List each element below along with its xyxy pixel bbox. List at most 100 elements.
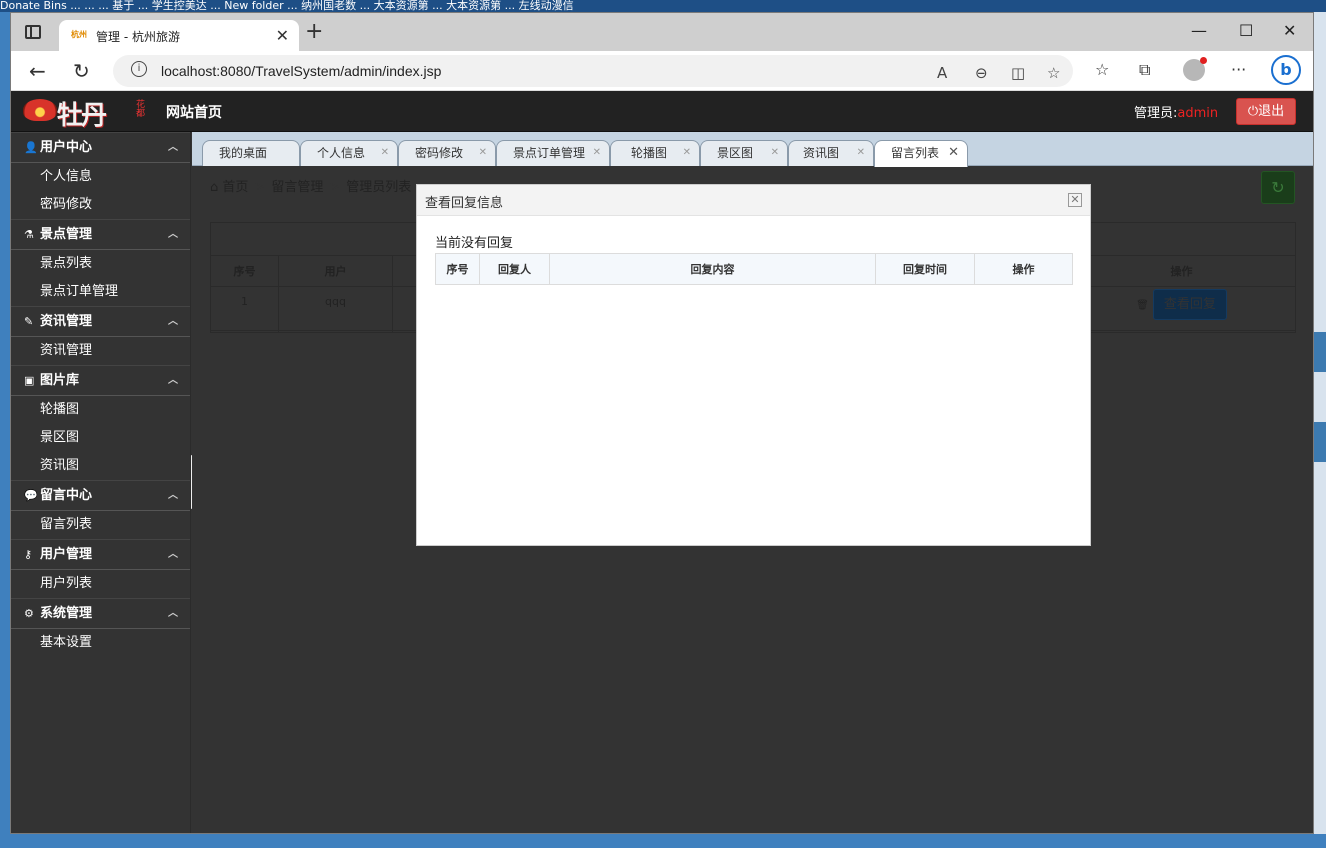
close-icon[interactable]: ✕ (1068, 193, 1082, 207)
tab-desktop[interactable]: 我的桌面 (202, 140, 300, 166)
key-icon: ⚷ (24, 548, 33, 561)
tab-label: 景点订单管理 (513, 146, 586, 160)
sidebar-item-user-list[interactable]: 用户列表 (11, 570, 190, 598)
cell-user: qqq (278, 286, 393, 333)
admin-sidebar: 👤 用户中心 ︿ 个人信息 密码修改 ⚗ 景点管理 ︿ 景点列表 景点订单管理 ✎ 资讯管… (11, 132, 191, 833)
sidebar-head-gallery[interactable]: ▣ 图片库 ︿ (11, 366, 190, 396)
sidebar-item-basic-settings[interactable]: 基本设置 (11, 629, 190, 657)
tab-message-list[interactable]: 留言列表 ✕ (874, 140, 968, 167)
site-logo[interactable]: 牡丹 花都 (23, 95, 148, 131)
background-window-thumb (1313, 332, 1326, 372)
breadcrumb-level2: 管理员列表 (346, 180, 412, 195)
col-reply-index: 序号 (435, 253, 480, 285)
admin-label: 管理员: (1134, 106, 1178, 121)
bing-copilot-icon[interactable]: b (1271, 55, 1301, 85)
tab-carousel[interactable]: 轮播图 ✕ (610, 140, 700, 166)
sidebar-head-users[interactable]: ⚷ 用户管理 ︿ (11, 540, 190, 570)
admin-info: 管理员:admin (1134, 102, 1218, 121)
read-aloud-icon[interactable]: A (937, 64, 947, 82)
tab-actions-icon[interactable] (25, 25, 41, 39)
sidebar-group-gallery: ▣ 图片库 ︿ 轮播图 景区图 资讯图 (11, 365, 190, 480)
profile-avatar[interactable] (1183, 57, 1207, 81)
tab-label: 留言列表 (891, 146, 940, 160)
address-toolbar: ← ↻ i localhost:8080/TravelSystem/admin/… (11, 51, 1313, 91)
minimize-icon[interactable]: — (1191, 21, 1207, 40)
tab-profile[interactable]: 个人信息 ✕ (300, 140, 398, 166)
favicon-icon: 杭州 (71, 30, 87, 39)
admin-name: admin (1177, 106, 1219, 121)
breadcrumb: ⌂ 首页 > 留言管理 > 管理员列表 (210, 176, 411, 195)
new-tab-icon[interactable]: + (305, 19, 323, 44)
close-window-icon[interactable]: ✕ (1283, 21, 1296, 40)
sidebar-head-label: 景点管理 (40, 227, 93, 242)
close-tab-icon[interactable]: ✕ (381, 141, 389, 165)
tab-label: 密码修改 (415, 146, 464, 160)
sidebar-item-news[interactable]: 资讯管理 (11, 337, 190, 365)
reload-icon[interactable]: ↻ (73, 59, 90, 83)
page-tabstrip: 我的桌面 个人信息 ✕ 密码修改 ✕ 景点订单管理 ✕ 轮播图 ✕ 景区图 ✕ 资讯图 ✕ … (192, 132, 1313, 167)
sidebar-group-news: ✎ 资讯管理 ︿ 资讯管理 (11, 306, 190, 365)
sidebar-head-system[interactable]: ⚙ 系统管理 ︿ (11, 599, 190, 629)
sidebar-group-user-center: 👤 用户中心 ︿ 个人信息 密码修改 (11, 132, 190, 219)
close-tab-icon[interactable]: ✕ (948, 141, 959, 165)
chevron-up-icon: ︿ (168, 142, 178, 153)
tab-password[interactable]: 密码修改 ✕ (398, 140, 496, 166)
sidebar-head-messages[interactable]: 💬 留言中心 ︿ (11, 481, 190, 511)
sidebar-group-users: ⚷ 用户管理 ︿ 用户列表 (11, 539, 190, 598)
more-menu-icon[interactable]: ··· (1231, 60, 1246, 79)
chevron-up-icon: ︿ (168, 549, 178, 560)
logout-button[interactable]: ⏻退出 (1236, 98, 1296, 125)
cogs-icon: ⚙ (24, 607, 34, 620)
sidebar-head-label: 系统管理 (40, 606, 93, 621)
url-text[interactable]: localhost:8080/TravelSystem/admin/index.… (161, 63, 441, 79)
favorites-icon[interactable]: ☆ (1095, 60, 1109, 79)
logo-seal: 花都 (134, 99, 144, 117)
sidebar-item-scenic-list[interactable]: 景点列表 (11, 250, 190, 278)
split-screen-icon[interactable]: ◫ (1011, 64, 1025, 82)
chevron-up-icon: ︿ (168, 316, 178, 327)
close-tab-icon[interactable]: ✕ (479, 141, 487, 165)
reply-table: 序号 回复人 回复内容 回复时间 操作 (435, 253, 1073, 285)
breadcrumb-level1[interactable]: 留言管理 (271, 180, 323, 195)
close-tab-icon[interactable]: ✕ (857, 141, 865, 165)
sidebar-head-user-center[interactable]: 👤 用户中心 ︿ (11, 133, 190, 163)
close-tab-icon[interactable]: ✕ (276, 26, 289, 45)
browser-tabbar: 杭州 管理 - 杭州旅游 ✕ + — ☐ ✕ (11, 13, 1313, 51)
zoom-out-icon[interactable]: ⊖ (975, 64, 988, 82)
sidebar-item-profile[interactable]: 个人信息 (11, 163, 190, 191)
add-favorite-icon[interactable]: ☆ (1047, 64, 1060, 82)
logo-text: 牡丹 (57, 101, 107, 131)
col-replier: 回复人 (479, 253, 550, 285)
breadcrumb-home[interactable]: 首页 (222, 180, 248, 195)
refresh-button[interactable]: ↻ (1261, 171, 1295, 204)
chevron-up-icon: ︿ (168, 490, 178, 501)
back-icon[interactable]: ← (29, 59, 46, 83)
sidebar-item-message-list[interactable]: 留言列表 (11, 511, 190, 539)
tab-scenic-images[interactable]: 景区图 ✕ (700, 140, 788, 166)
flask-icon: ⚗ (24, 228, 34, 241)
site-home-link[interactable]: 网站首页 (166, 102, 222, 122)
sidebar-head-scenic[interactable]: ⚗ 景点管理 ︿ (11, 220, 190, 250)
close-tab-icon[interactable]: ✕ (593, 141, 601, 165)
close-tab-icon[interactable]: ✕ (683, 141, 691, 165)
sidebar-item-password[interactable]: 密码修改 (11, 191, 190, 219)
sidebar-item-carousel[interactable]: 轮播图 (11, 396, 190, 424)
trash-icon[interactable]: 🗑 (1136, 300, 1149, 311)
tab-news-images[interactable]: 资讯图 ✕ (788, 140, 874, 166)
sidebar-item-scenic-orders[interactable]: 景点订单管理 (11, 278, 190, 306)
maximize-icon[interactable]: ☐ (1239, 21, 1253, 40)
site-info-icon[interactable]: i (131, 61, 147, 77)
sidebar-head-news[interactable]: ✎ 资讯管理 ︿ (11, 307, 190, 337)
url-bar[interactable]: i localhost:8080/TravelSystem/admin/inde… (113, 55, 1073, 87)
sidebar-item-news-images[interactable]: 资讯图 (11, 452, 190, 480)
tab-scenic-orders[interactable]: 景点订单管理 ✕ (496, 140, 610, 166)
chevron-up-icon: ︿ (168, 375, 178, 386)
browser-tab-title: 管理 - 杭州旅游 (96, 30, 180, 44)
view-reply-button[interactable]: 查看回复 (1152, 289, 1227, 320)
sidebar-item-scenic-images[interactable]: 景区图 (11, 424, 190, 452)
comments-icon: 💬 (24, 489, 38, 502)
close-tab-icon[interactable]: ✕ (771, 141, 779, 165)
collections-icon[interactable]: ⧉ (1139, 60, 1150, 80)
browser-tab-active[interactable]: 杭州 管理 - 杭州旅游 ✕ (59, 20, 299, 51)
tab-label: 个人信息 (317, 146, 366, 160)
